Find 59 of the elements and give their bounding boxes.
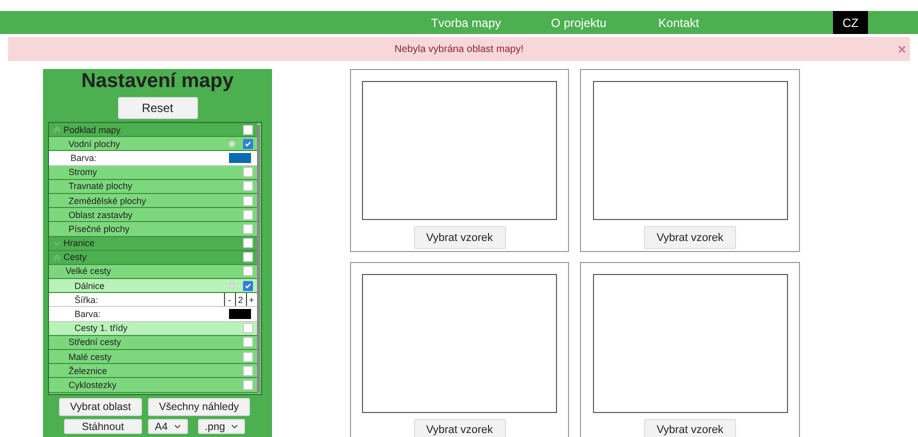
option-label: Šířka: <box>74 294 100 305</box>
chevron-down-icon[interactable] <box>52 240 60 246</box>
language-button[interactable]: CZ <box>833 11 868 34</box>
color-swatch[interactable] <box>228 152 250 163</box>
layer-label[interactable]: Střední cesty <box>68 337 122 348</box>
color-swatch[interactable] <box>228 309 250 320</box>
layer-label[interactable]: Cesty 1. třídy <box>74 323 128 334</box>
select-field[interactable]: A4 <box>148 419 188 434</box>
checkbox[interactable] <box>242 352 252 362</box>
select-sample-button[interactable]: Vybrat vzorek <box>414 226 506 249</box>
reset-button[interactable]: Reset <box>118 97 198 119</box>
layer-label[interactable]: Cesty <box>64 252 87 262</box>
gear-icon[interactable] <box>228 282 236 290</box>
checkbox[interactable] <box>242 252 252 262</box>
scrollbar[interactable] <box>256 125 260 393</box>
checkbox[interactable] <box>242 167 252 178</box>
checkbox[interactable] <box>242 224 252 234</box>
action-button[interactable]: Vybrat oblast <box>59 398 142 416</box>
layer-label[interactable]: Písečné plochy <box>68 224 130 234</box>
select-sample-button[interactable]: Vybrat vzorek <box>414 418 506 437</box>
caret-icon <box>231 424 238 429</box>
checkbox[interactable] <box>242 210 252 220</box>
layer-label[interactable]: Železnice <box>68 366 108 376</box>
checkbox[interactable] <box>242 238 252 248</box>
download-button[interactable]: Stáhnout <box>64 419 142 434</box>
action-button[interactable]: Všechny náhledy <box>148 398 250 416</box>
panel-title: Nastavení mapy <box>81 70 234 93</box>
layer-label[interactable]: Dálnice <box>74 280 105 291</box>
select-sample-button[interactable]: Vybrat vzorek <box>644 226 736 249</box>
checkbox[interactable] <box>242 196 252 206</box>
checkbox[interactable] <box>242 138 252 149</box>
select-field[interactable]: .png <box>198 419 246 434</box>
checkbox[interactable] <box>242 323 252 334</box>
layer-label[interactable]: Hranice <box>64 238 95 248</box>
layer-label[interactable]: Cyklostezky <box>68 380 117 390</box>
alert-message: Nebyla vybrána oblast mapy! <box>394 44 524 54</box>
checkbox[interactable] <box>242 337 252 348</box>
select-sample-button[interactable]: Vybrat vzorek <box>644 418 736 437</box>
width-value: 2 <box>234 293 246 306</box>
checkbox[interactable] <box>242 366 252 376</box>
layer-label[interactable]: Vodní plochy <box>68 138 120 149</box>
option-label: Barva: <box>70 152 98 163</box>
checkbox[interactable] <box>242 181 252 192</box>
gear-icon[interactable] <box>228 140 236 148</box>
checkbox[interactable] <box>242 280 252 291</box>
chevron-up-icon[interactable] <box>52 126 60 134</box>
option-label: Barva: <box>74 309 102 320</box>
layer-label[interactable]: Zemědělské plochy <box>68 196 146 206</box>
caret-icon <box>174 424 181 429</box>
decrement-button[interactable]: - <box>224 293 234 306</box>
layer-label[interactable]: Stromy <box>68 167 98 178</box>
layer-label[interactable]: Malé cesty <box>68 352 112 362</box>
checkbox[interactable] <box>242 124 252 135</box>
layer-label[interactable]: Travnaté plochy <box>68 181 132 192</box>
chevron-up-icon[interactable] <box>52 254 60 261</box>
layer-label[interactable]: Velké cesty <box>66 266 112 276</box>
checkbox[interactable] <box>242 380 252 390</box>
layer-label[interactable]: Oblast zastavby <box>68 210 133 220</box>
checkbox[interactable] <box>242 266 252 276</box>
